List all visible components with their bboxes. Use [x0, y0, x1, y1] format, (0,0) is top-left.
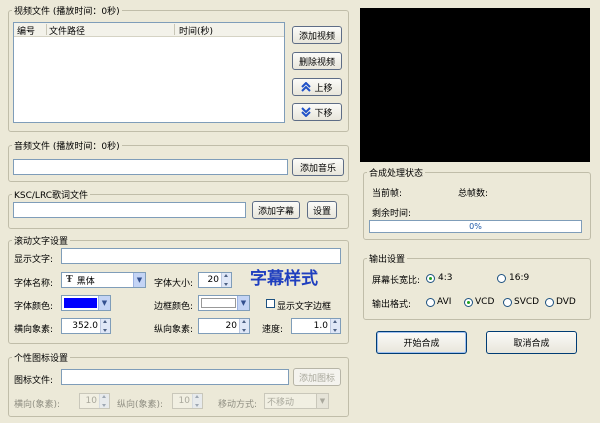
output-title: 输出设置 — [367, 252, 408, 265]
icon-v-label: 纵向(象素): — [117, 400, 164, 410]
video-preview — [360, 8, 590, 162]
format-svcd-radio[interactable] — [503, 298, 512, 307]
icon-h-spinner[interactable]: 10 — [79, 393, 110, 409]
vertical-pixel-value: 20 — [225, 321, 237, 331]
spinner-arrows-icon[interactable] — [330, 319, 340, 333]
move-up-label: 上移 — [314, 83, 333, 94]
format-vcd-label: VCD — [475, 297, 495, 307]
spinner-arrows-icon[interactable] — [100, 319, 110, 333]
chevron-down-icon[interactable]: ▼ — [316, 394, 328, 408]
double-chevron-down-icon — [301, 107, 312, 117]
spinner-arrows-icon[interactable] — [192, 394, 202, 408]
add-subtitle-button[interactable]: 添加字幕 — [252, 201, 300, 219]
horizontal-pixel-spinner[interactable]: 352.0 — [61, 318, 111, 334]
status-title: 合成处理状态 — [367, 166, 426, 179]
aspect-ratio-label: 屏幕长宽比: — [372, 276, 421, 286]
output-group — [363, 258, 591, 320]
col-divider — [46, 24, 47, 35]
col-time-header[interactable]: 时间(秒) — [179, 24, 213, 37]
video-file-list[interactable]: 编号 文件路径 时间(秒) — [13, 22, 285, 123]
move-mode-select[interactable]: 不移动 ▼ — [264, 393, 329, 409]
subtitle-style-preview: 字幕样式 — [250, 269, 318, 289]
font-size-spinner[interactable]: 20 — [198, 272, 232, 288]
move-mode-value: 不移动 — [267, 397, 295, 408]
show-border-checkbox[interactable] — [266, 299, 275, 308]
add-icon-button[interactable]: 添加图标 — [293, 368, 341, 386]
add-video-button[interactable]: 添加视频 — [292, 26, 342, 44]
video-files-title: 视频文件 (播放时间：0秒) — [12, 4, 122, 17]
aspect-4-3-radio[interactable] — [426, 274, 435, 283]
horizontal-pixel-label: 横向象素: — [14, 325, 54, 335]
icon-file-label: 图标文件: — [14, 376, 54, 386]
font-color-label: 字体颜色: — [14, 302, 54, 312]
show-border-label: 显示文字边框 — [277, 302, 332, 312]
audio-files-title: 音频文件 (播放时间：0秒) — [12, 139, 122, 152]
scroll-text-title: 滚动文字设置 — [12, 234, 71, 247]
icon-v-value: 10 — [178, 396, 190, 406]
speed-spinner[interactable]: 1.0 — [291, 318, 341, 334]
vertical-pixel-label: 纵向象素: — [154, 325, 194, 335]
col-divider — [174, 24, 175, 35]
font-size-label: 字体大小: — [154, 279, 194, 289]
add-music-button[interactable]: 添加音乐 — [292, 158, 344, 176]
icon-file-input[interactable] — [61, 369, 289, 385]
truetype-font-icon: Ŧ — [66, 275, 73, 285]
speed-label: 速度: — [262, 325, 284, 335]
spinner-arrows-icon[interactable] — [221, 273, 231, 287]
total-frames-label: 总帧数: — [458, 189, 489, 199]
format-dvd-radio[interactable] — [545, 298, 554, 307]
horizontal-pixel-value: 352.0 — [72, 321, 98, 331]
remove-video-button[interactable]: 删除视频 — [292, 52, 342, 70]
remaining-time-label: 剩余时间: — [372, 209, 412, 219]
aspect-4-3-label: 4:3 — [438, 273, 453, 283]
cancel-compose-button[interactable]: 取消合成 — [486, 331, 577, 354]
format-avi-radio[interactable] — [426, 298, 435, 307]
progress-text: 0% — [469, 222, 482, 231]
icon-h-label: 横向(象素): — [14, 400, 61, 410]
aspect-16-9-radio[interactable] — [497, 274, 506, 283]
move-mode-label: 移动方式: — [218, 400, 258, 410]
move-down-button[interactable]: 下移 — [292, 103, 342, 121]
chevron-down-icon[interactable]: ▼ — [237, 296, 249, 310]
format-dvd-label: DVD — [556, 297, 576, 307]
lyrics-settings-button[interactable]: 设置 — [307, 201, 337, 219]
vertical-pixel-spinner[interactable]: 20 — [198, 318, 250, 334]
audio-file-input[interactable] — [13, 159, 288, 175]
format-svcd-label: SVCD — [514, 297, 540, 307]
current-frame-label: 当前帧: — [372, 189, 403, 199]
logo-title: 个性图标设置 — [12, 351, 71, 364]
output-format-label: 输出格式: — [372, 300, 412, 310]
lyrics-file-input[interactable] — [13, 202, 246, 218]
icon-v-spinner[interactable]: 10 — [172, 393, 203, 409]
chevron-down-icon[interactable]: ▼ — [133, 273, 145, 287]
border-color-select[interactable]: ▼ — [198, 295, 250, 311]
move-up-button[interactable]: 上移 — [292, 78, 342, 96]
start-compose-button[interactable]: 开始合成 — [376, 331, 467, 354]
font-name-value: 黑体 — [76, 276, 95, 287]
double-chevron-up-icon — [301, 82, 312, 92]
move-down-label: 下移 — [314, 108, 333, 119]
format-avi-label: AVI — [437, 297, 452, 307]
font-color-swatch — [64, 298, 97, 308]
display-text-label: 显示文字: — [14, 255, 54, 265]
lyrics-title: KSC/LRC歌词文件 — [12, 188, 91, 201]
col-path-header[interactable]: 文件路径 — [49, 24, 85, 37]
border-color-label: 边框颜色: — [154, 302, 194, 312]
aspect-16-9-label: 16:9 — [509, 273, 530, 283]
progress-bar: 0% — [369, 220, 582, 233]
font-name-label: 字体名称: — [14, 279, 54, 289]
font-color-select[interactable]: ▼ — [61, 295, 111, 311]
display-text-input[interactable] — [61, 248, 341, 264]
chevron-down-icon[interactable]: ▼ — [98, 296, 110, 310]
speed-value: 1.0 — [313, 321, 328, 331]
font-name-select[interactable]: Ŧ 黑体 ▼ — [61, 272, 146, 288]
font-size-value: 20 — [207, 275, 219, 285]
spinner-arrows-icon[interactable] — [99, 394, 109, 408]
border-color-swatch — [201, 298, 236, 308]
icon-h-value: 10 — [85, 396, 97, 406]
format-vcd-radio[interactable] — [464, 298, 473, 307]
col-index-header[interactable]: 编号 — [17, 24, 35, 37]
spinner-arrows-icon[interactable] — [239, 319, 249, 333]
